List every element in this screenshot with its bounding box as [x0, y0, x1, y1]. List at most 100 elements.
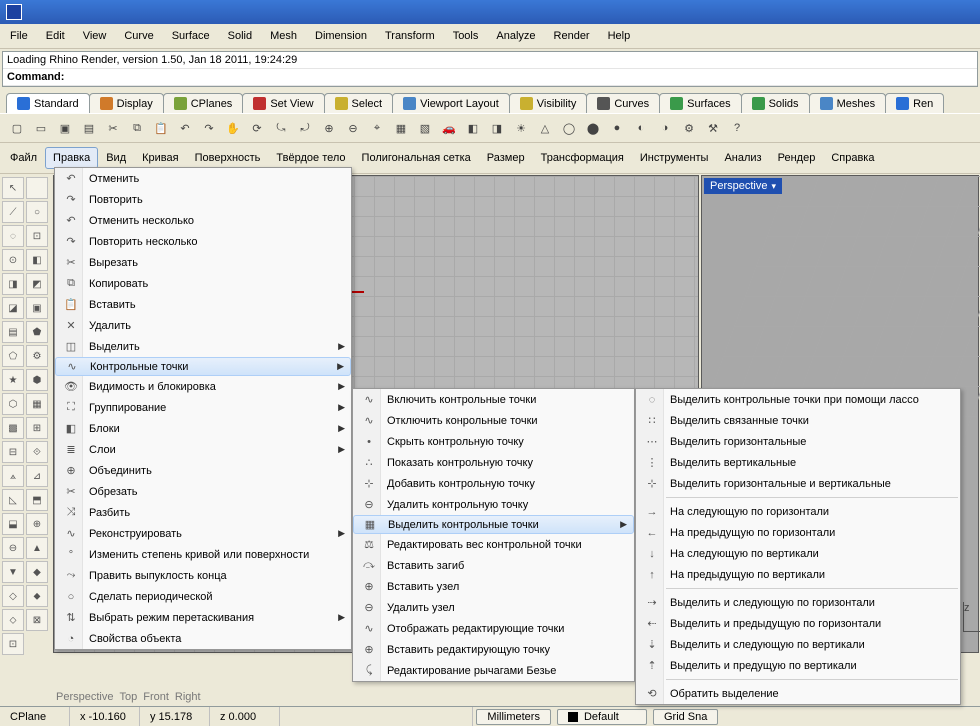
status-layer[interactable]: Default — [557, 709, 647, 725]
toolbar-button[interactable]: ↶ — [174, 117, 196, 139]
menu-item[interactable]: ◫Выделить▶ — [55, 336, 351, 357]
tab-cplanes[interactable]: CPlanes — [163, 93, 244, 113]
menu-item[interactable]: ⛶Группирование▶ — [55, 397, 351, 418]
menu-item[interactable]: ∿Контрольные точки▶ — [55, 357, 351, 376]
menu2-item[interactable]: Вид — [98, 147, 134, 169]
status-gridsnap[interactable]: Grid Sna — [653, 709, 718, 725]
menu-item[interactable]: ⇡Выделить и предущую по вертикали — [636, 655, 960, 676]
palette-tool[interactable]: ◆ — [26, 561, 48, 583]
menu-surface[interactable]: Surface — [164, 27, 218, 45]
toolbar-button[interactable]: ◨ — [486, 117, 508, 139]
menu-item[interactable]: ⇅Выбрать режим перетаскивания▶ — [55, 607, 351, 628]
menu-item[interactable]: ⊕Объединить — [55, 460, 351, 481]
menu-item[interactable]: ∴Показать контрольную точку — [353, 452, 634, 473]
menu-item[interactable]: ⋯Выделить горизонтальные — [636, 431, 960, 452]
menu-mesh[interactable]: Mesh — [262, 27, 305, 45]
menu-item[interactable]: ⊖Удалить контрольную точку — [353, 494, 634, 515]
menu-view[interactable]: View — [75, 27, 115, 45]
palette-tool[interactable]: ⟐ — [26, 441, 48, 463]
menu-item[interactable]: ↓На следующую по вертикали — [636, 543, 960, 564]
menu-edit[interactable]: Edit — [38, 27, 73, 45]
palette-tool[interactable]: ⬡ — [2, 393, 24, 415]
menu-tools[interactable]: Tools — [445, 27, 487, 45]
menu-item[interactable]: ⇠Выделить и предыдущую по горизонтали — [636, 613, 960, 634]
menu-item[interactable]: ⋮Выделить вертикальные — [636, 452, 960, 473]
menu-item[interactable]: ⊕Вставить редактирующую точку — [353, 639, 634, 660]
menu-item[interactable]: ↶Отменить — [55, 168, 351, 189]
tab-curves[interactable]: Curves — [586, 93, 660, 113]
palette-tool[interactable]: ◧ — [26, 249, 48, 271]
menu-item[interactable]: 📋Вставить — [55, 294, 351, 315]
viewpane-tab[interactable]: Right — [175, 691, 201, 703]
tab-meshes[interactable]: Meshes — [809, 93, 887, 113]
toolbar-button[interactable]: ⚙ — [678, 117, 700, 139]
menu-item[interactable]: ∿Отображать редактирующие точки — [353, 618, 634, 639]
menu-item[interactable]: ◔Свойства объекта — [55, 628, 351, 649]
palette-tool[interactable]: ⊡ — [26, 225, 48, 247]
palette-tool[interactable]: ◌ — [2, 225, 24, 247]
palette-tool[interactable]: ⬠ — [2, 345, 24, 367]
toolbar-button[interactable]: △ — [534, 117, 556, 139]
menu-item[interactable]: ∿Включить контрольные точки — [353, 389, 634, 410]
palette-tool[interactable]: ⚙ — [26, 345, 48, 367]
menu-item[interactable]: ⊹Выделить горизонтальные и вертикальные — [636, 473, 960, 494]
menu-render[interactable]: Render — [546, 27, 598, 45]
toolbar-button[interactable]: 🚗 — [438, 117, 460, 139]
menu-item[interactable]: ⇢Выделить и следующую по горизонтали — [636, 592, 960, 613]
menu-item[interactable]: ↷Повторить — [55, 189, 351, 210]
menu-item[interactable]: ⊕Вставить узел — [353, 576, 634, 597]
menu-item[interactable]: ⤳Править выпуклость конца — [55, 565, 351, 586]
toolbar-button[interactable]: ? — [726, 117, 748, 139]
palette-tool[interactable]: ▩ — [2, 417, 24, 439]
palette-tool[interactable]: ▤ — [2, 321, 24, 343]
menu2-item[interactable]: Твёрдое тело — [268, 147, 353, 169]
palette-tool[interactable]: ⬒ — [26, 489, 48, 511]
tab-solids[interactable]: Solids — [741, 93, 810, 113]
toolbar-button[interactable]: ⤾ — [294, 117, 316, 139]
control-points-submenu[interactable]: ∿Включить контрольные точки∿Отключить ко… — [352, 388, 635, 682]
menu-item[interactable]: 👁Видимость и блокировка▶ — [55, 376, 351, 397]
palette-tool[interactable]: ▦ — [26, 393, 48, 415]
toolbar-button[interactable]: ⧉ — [126, 117, 148, 139]
viewport-label[interactable]: Perspective ▾ — [704, 178, 782, 194]
menu2-item[interactable]: Инструменты — [632, 147, 717, 169]
status-units[interactable]: Millimeters — [476, 709, 551, 725]
menu-item[interactable]: ↑На предыдущую по вертикали — [636, 564, 960, 585]
palette-tool[interactable] — [26, 177, 48, 199]
menu-item[interactable]: ⤹Редактирование рычагами Безье — [353, 660, 634, 681]
menu-item[interactable]: ⧉Копировать — [55, 273, 351, 294]
menu-item[interactable]: ⟲Обратить выделение — [636, 683, 960, 704]
palette-tool[interactable]: ◺ — [2, 489, 24, 511]
palette-tool[interactable]: ◨ — [2, 273, 24, 295]
toolbar-button[interactable]: ✂ — [102, 117, 124, 139]
viewpane-tab[interactable]: Perspective — [56, 691, 113, 703]
palette-tool[interactable]: ◪ — [2, 297, 24, 319]
menu2-item[interactable]: Поверхность — [187, 147, 269, 169]
toolbar-button[interactable]: ☀ — [510, 117, 532, 139]
palette-tool[interactable]: ↖ — [2, 177, 24, 199]
menu-item[interactable]: ∿Реконструировать▶ — [55, 523, 351, 544]
toolbar-button[interactable]: ▤ — [78, 117, 100, 139]
menu2-item[interactable]: Справка — [823, 147, 882, 169]
palette-tool[interactable]: ▣ — [26, 297, 48, 319]
palette-tool[interactable]: ⊞ — [26, 417, 48, 439]
menu-item[interactable]: ←На предыдущую по горизонтали — [636, 522, 960, 543]
toolbar-button[interactable]: ◑ — [654, 117, 676, 139]
palette-tool[interactable]: ◩ — [26, 273, 48, 295]
toolbar-button[interactable]: ▦ — [390, 117, 412, 139]
toolbar-button[interactable]: ▧ — [414, 117, 436, 139]
menu-item[interactable]: ⊹Добавить контрольную точку — [353, 473, 634, 494]
menu-item[interactable]: ↶Отменить несколько — [55, 210, 351, 231]
palette-tool[interactable]: ○ — [26, 201, 48, 223]
menu-item[interactable]: ○Сделать периодической — [55, 586, 351, 607]
menu-help[interactable]: Help — [600, 27, 639, 45]
menu-curve[interactable]: Curve — [116, 27, 161, 45]
toolbar-button[interactable]: ⊖ — [342, 117, 364, 139]
menu-item[interactable]: •Скрыть контрольную точку — [353, 431, 634, 452]
command-prompt[interactable]: Command: — [3, 69, 977, 86]
palette-tool[interactable]: ⟋ — [2, 201, 24, 223]
tab-ren[interactable]: Ren — [885, 93, 944, 113]
menu-item[interactable]: ⚖Редактировать вес контрольной точки — [353, 534, 634, 555]
toolbar-button[interactable]: ⌖ — [366, 117, 388, 139]
palette-tool[interactable]: ⊕ — [26, 513, 48, 535]
